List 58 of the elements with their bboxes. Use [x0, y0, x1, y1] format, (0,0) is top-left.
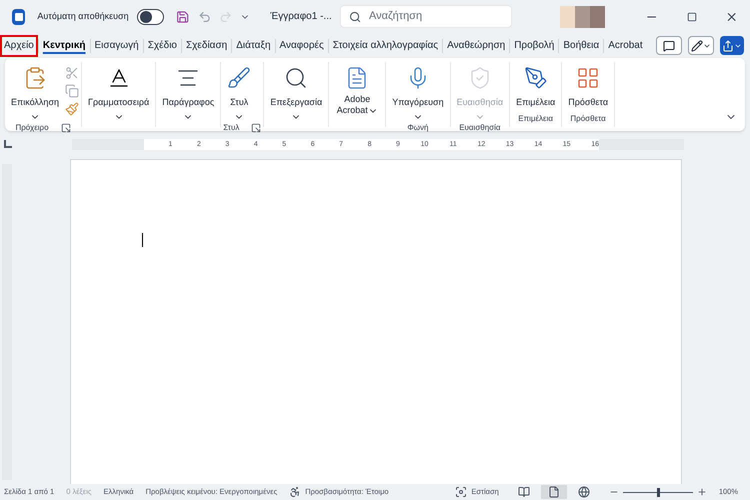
ribbon-tab[interactable]: Διάταξη [232, 34, 274, 56]
styles-icon [227, 66, 252, 90]
focus-icon[interactable] [455, 486, 468, 498]
ribbon-button[interactable]: Στυλ [223, 62, 256, 122]
ribbon-button[interactable]: Adobe Acrobat [331, 62, 384, 116]
avatar-icon[interactable] [560, 6, 606, 28]
text-cursor [142, 233, 143, 247]
ribbon-tab[interactable]: Αρχείο [0, 34, 38, 56]
ribbon-tab[interactable]: Σχέδιο [144, 34, 181, 56]
group-label: Ευαισθησία [459, 122, 500, 134]
group-label: Φωνή [407, 122, 428, 134]
ribbon-button[interactable]: Επεξεργασία [266, 62, 326, 122]
dialog-launcher-icon[interactable] [251, 122, 262, 132]
ribbon-button[interactable]: Παράγραφος [158, 62, 218, 122]
ribbon-button[interactable]: Υπαγόρευση [388, 62, 448, 122]
search-icon [348, 10, 361, 24]
ribbon-tab[interactable]: Βοήθεια [559, 34, 604, 56]
grid-icon [576, 66, 600, 90]
comment-icon [663, 40, 675, 52]
save-icon[interactable] [176, 8, 190, 24]
search-icon [284, 66, 308, 90]
autosave-label: Αυτόματη αποθήκευση [37, 10, 129, 23]
ribbon-button[interactable]: Επικόλληση [7, 62, 64, 122]
pen-icon [524, 66, 548, 90]
search-input[interactable]: Αναζήτηση [368, 8, 504, 25]
group-label: Στυλ [223, 122, 240, 134]
ribbon-tab[interactable]: Κεντρική [38, 34, 90, 56]
zoom-in-icon[interactable] [696, 487, 707, 497]
ruler-margin [72, 138, 144, 150]
group-label: Επιμέλεια [518, 113, 554, 125]
dialog-launcher-icon[interactable] [60, 122, 71, 132]
print-layout-icon[interactable] [540, 485, 567, 499]
group-label: Πρόχειρο [15, 122, 49, 134]
ribbon-tab[interactable]: Acrobat [604, 34, 647, 56]
ribbon-button[interactable]: Πρόσθετα [564, 62, 612, 110]
ribbon-tab[interactable]: Αναφορές [276, 34, 328, 56]
document-title: Έγγραφο1 -... [270, 10, 332, 24]
ribbon-tab[interactable]: Αναθεώρηση [443, 34, 510, 56]
share-button[interactable] [720, 36, 744, 55]
pencil-icon [691, 40, 703, 52]
comments-button[interactable] [656, 36, 682, 55]
ribbon-tab[interactable]: Προβολή [510, 34, 558, 56]
ribbon-button[interactable]: Επιμέλεια [512, 62, 560, 110]
autosave-toggle[interactable] [136, 8, 164, 24]
editing-button[interactable] [688, 36, 714, 55]
tab-selector-icon[interactable] [4, 140, 12, 148]
format-painter-icon[interactable] [65, 102, 80, 116]
ribbon-tab[interactable]: Εισαγωγή [90, 34, 143, 56]
ribbon-tab[interactable]: Σχεδίαση [182, 34, 232, 56]
zoom-thumb[interactable] [656, 488, 660, 496]
search-field[interactable]: Αναζήτηση [340, 5, 512, 28]
accessibility-icon[interactable] [289, 486, 302, 498]
ribbon-tab[interactable]: Στοιχεία αλληλογραφίας [328, 34, 442, 56]
word-logo-icon [12, 8, 26, 24]
ribbon-button[interactable]: Γραμματοσειρά [84, 62, 154, 122]
share-icon [722, 40, 734, 52]
group-label: Πρόσθετα [570, 113, 606, 125]
maximize-icon[interactable] [686, 10, 697, 22]
